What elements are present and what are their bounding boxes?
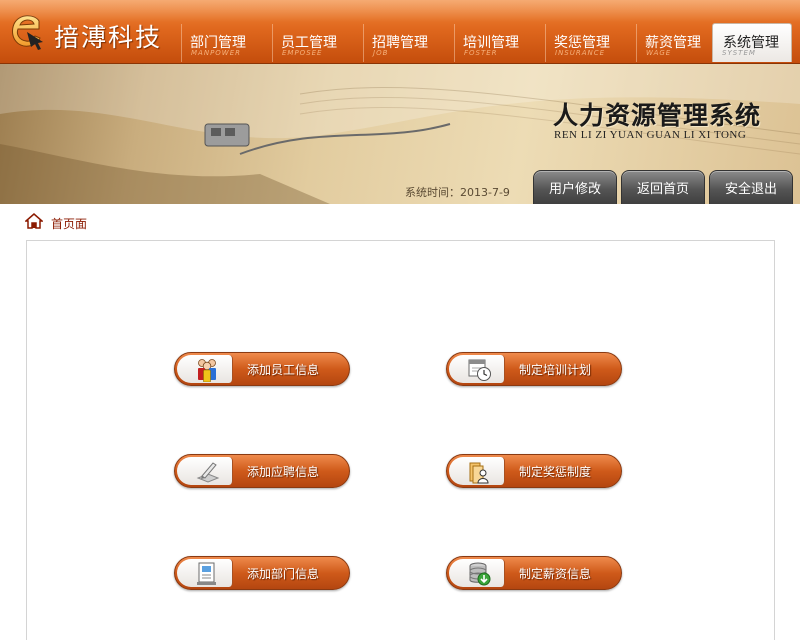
nav-tab-sublabel: INSURANCE bbox=[555, 49, 606, 57]
edit-pen-icon bbox=[196, 462, 220, 483]
database-download-icon bbox=[469, 562, 491, 586]
nav-tab-sublabel: FOSTER bbox=[464, 49, 498, 57]
action-button-label: 制定奖惩制度 bbox=[519, 465, 592, 479]
add-department-button[interactable]: 添加部门信息 bbox=[174, 556, 350, 590]
nav-tab-training[interactable]: 培训管理 FOSTER bbox=[454, 24, 542, 62]
nav-tab-rewards[interactable]: 奖惩管理 INSURANCE bbox=[545, 24, 633, 62]
button-icon-cap bbox=[449, 457, 505, 485]
add-employee-button[interactable]: 添加员工信息 bbox=[174, 352, 350, 386]
system-title-pinyin: REN LI ZI YUAN GUAN LI XI TONG bbox=[554, 129, 747, 141]
edit-user-button[interactable]: 用户修改 bbox=[533, 170, 617, 204]
system-time: 系统时间：2013-7-9 bbox=[405, 184, 510, 200]
nav-tab-recruitment[interactable]: 招聘管理 JOB bbox=[363, 24, 451, 62]
action-button-label: 制定培训计划 bbox=[519, 363, 592, 377]
nav-tab-sublabel: MANPOWER bbox=[191, 49, 242, 57]
create-reward-rules-button[interactable]: 制定奖惩制度 bbox=[446, 454, 622, 488]
nav-tab-sublabel: EMPOSEE bbox=[282, 49, 323, 57]
create-salary-info-button[interactable]: 制定薪资信息 bbox=[446, 556, 622, 590]
system-title: 人力资源管理系统 bbox=[553, 101, 762, 130]
breadcrumb-home[interactable]: 首页面 bbox=[51, 215, 87, 232]
add-applicant-button[interactable]: 添加应聘信息 bbox=[174, 454, 350, 488]
button-icon-cap bbox=[177, 559, 233, 587]
action-button-label: 添加应聘信息 bbox=[247, 465, 320, 479]
home-icon bbox=[25, 213, 43, 229]
nav-tab-department[interactable]: 部门管理 MANPOWER bbox=[181, 24, 269, 62]
top-navigation-bar: 揞溥科技 部门管理 MANPOWER 员工管理 EMPOSEE 招聘管理 JOB… bbox=[0, 0, 800, 64]
nav-tab-sublabel: JOB bbox=[373, 49, 389, 57]
button-icon-cap bbox=[177, 457, 233, 485]
folder-user-icon bbox=[469, 462, 489, 484]
action-button-label: 制定薪资信息 bbox=[519, 567, 592, 581]
system-time-value: 2013-7-9 bbox=[460, 186, 510, 199]
create-training-plan-button[interactable]: 制定培训计划 bbox=[446, 352, 622, 386]
logo-e-icon bbox=[12, 15, 43, 50]
nav-tab-system[interactable]: 系统管理 SYSTEM bbox=[712, 23, 792, 62]
system-time-label: 系统时间： bbox=[405, 186, 460, 199]
button-icon-cap bbox=[449, 355, 505, 383]
action-button-label: 添加员工信息 bbox=[247, 363, 320, 377]
nav-tab-salary[interactable]: 薪资管理 WAGE bbox=[636, 24, 724, 62]
document-icon bbox=[197, 562, 216, 585]
users-icon bbox=[198, 359, 216, 382]
nav-tab-employee[interactable]: 员工管理 EMPOSEE bbox=[272, 24, 360, 62]
calendar-clock-icon bbox=[468, 359, 491, 381]
return-home-button[interactable]: 返回首页 bbox=[621, 170, 705, 204]
button-icon-cap bbox=[449, 559, 505, 587]
action-button-label: 添加部门信息 bbox=[247, 567, 320, 581]
logout-button[interactable]: 安全退出 bbox=[709, 170, 793, 204]
company-logo-text: 揞溥科技 bbox=[54, 23, 163, 52]
nav-tab-sublabel: SYSTEM bbox=[722, 49, 756, 57]
main-content-panel: 添加员工信息 制定培训计划 添加应聘信息 制定奖惩制度 添加部门信息 制定薪资信… bbox=[26, 240, 775, 640]
button-icon-cap bbox=[177, 355, 233, 383]
nav-tab-sublabel: WAGE bbox=[646, 49, 672, 57]
